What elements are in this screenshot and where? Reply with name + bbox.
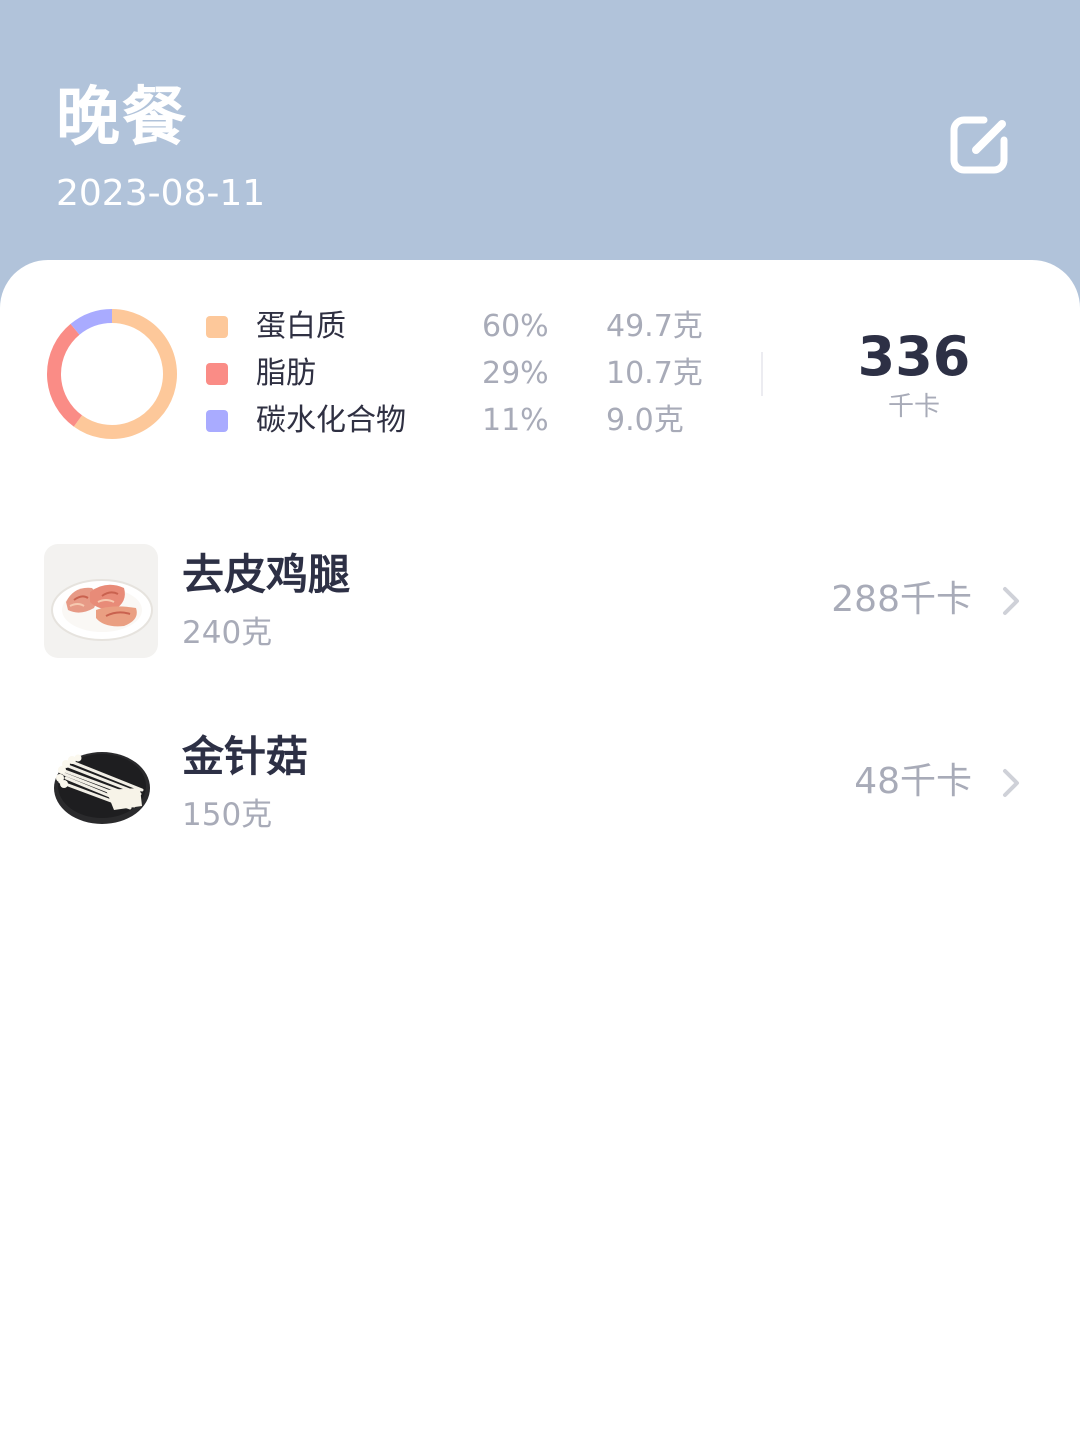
macro-percent: 60%: [482, 309, 549, 344]
macro-swatch-carbs: [206, 410, 228, 432]
macro-swatch-protein: [206, 316, 228, 338]
meal-title: 晚餐: [56, 81, 188, 155]
total-calories-unit: 千卡: [887, 392, 940, 422]
macro-name: 脂肪: [256, 356, 316, 391]
food-calories: 288千卡: [831, 579, 972, 620]
food-weight: 150克: [182, 797, 273, 833]
edit-button[interactable]: [948, 114, 1014, 176]
meal-header: 晚餐 2023-08-11: [0, 0, 1080, 300]
macro-grams: 49.7克: [606, 309, 703, 344]
chevron-right-icon: [1003, 769, 1019, 797]
meal-date: 2023-08-11: [56, 173, 266, 214]
edit-icon: [950, 116, 1008, 174]
macro-name: 蛋白质: [256, 309, 346, 344]
food-item-chicken[interactable]: 去皮鸡腿 240克 288千卡: [0, 544, 1080, 674]
macro-percent: 11%: [482, 403, 549, 438]
macro-percent: 29%: [482, 356, 549, 391]
macro-grams: 9.0克: [606, 403, 684, 438]
food-name: 金针菇: [182, 732, 309, 781]
food-weight: 240克: [182, 615, 273, 651]
food-item-enoki[interactable]: 金针菇 150克 48千卡: [0, 726, 1080, 856]
chicken-leg-photo-icon: [44, 544, 158, 658]
macro-name: 碳水化合物: [256, 403, 406, 438]
macro-row-protein: 蛋白质 60% 49.7克: [0, 304, 760, 352]
food-name: 去皮鸡腿: [182, 550, 351, 599]
total-calories: 336: [857, 325, 971, 388]
macro-row-carbs: 碳水化合物 11% 9.0克: [0, 398, 760, 446]
meal-detail-sheet: 蛋白质 60% 49.7克 脂肪 29% 10.7克 碳水化合物 11% 9.0…: [0, 260, 1080, 1440]
macro-swatch-fat: [206, 363, 228, 385]
summary-divider: [761, 352, 763, 396]
enoki-mushroom-photo-icon: [44, 726, 158, 840]
macro-grams: 10.7克: [606, 356, 703, 391]
food-calories: 48千卡: [854, 761, 972, 802]
macro-row-fat: 脂肪 29% 10.7克: [0, 351, 760, 399]
chevron-right-icon: [1003, 587, 1019, 615]
